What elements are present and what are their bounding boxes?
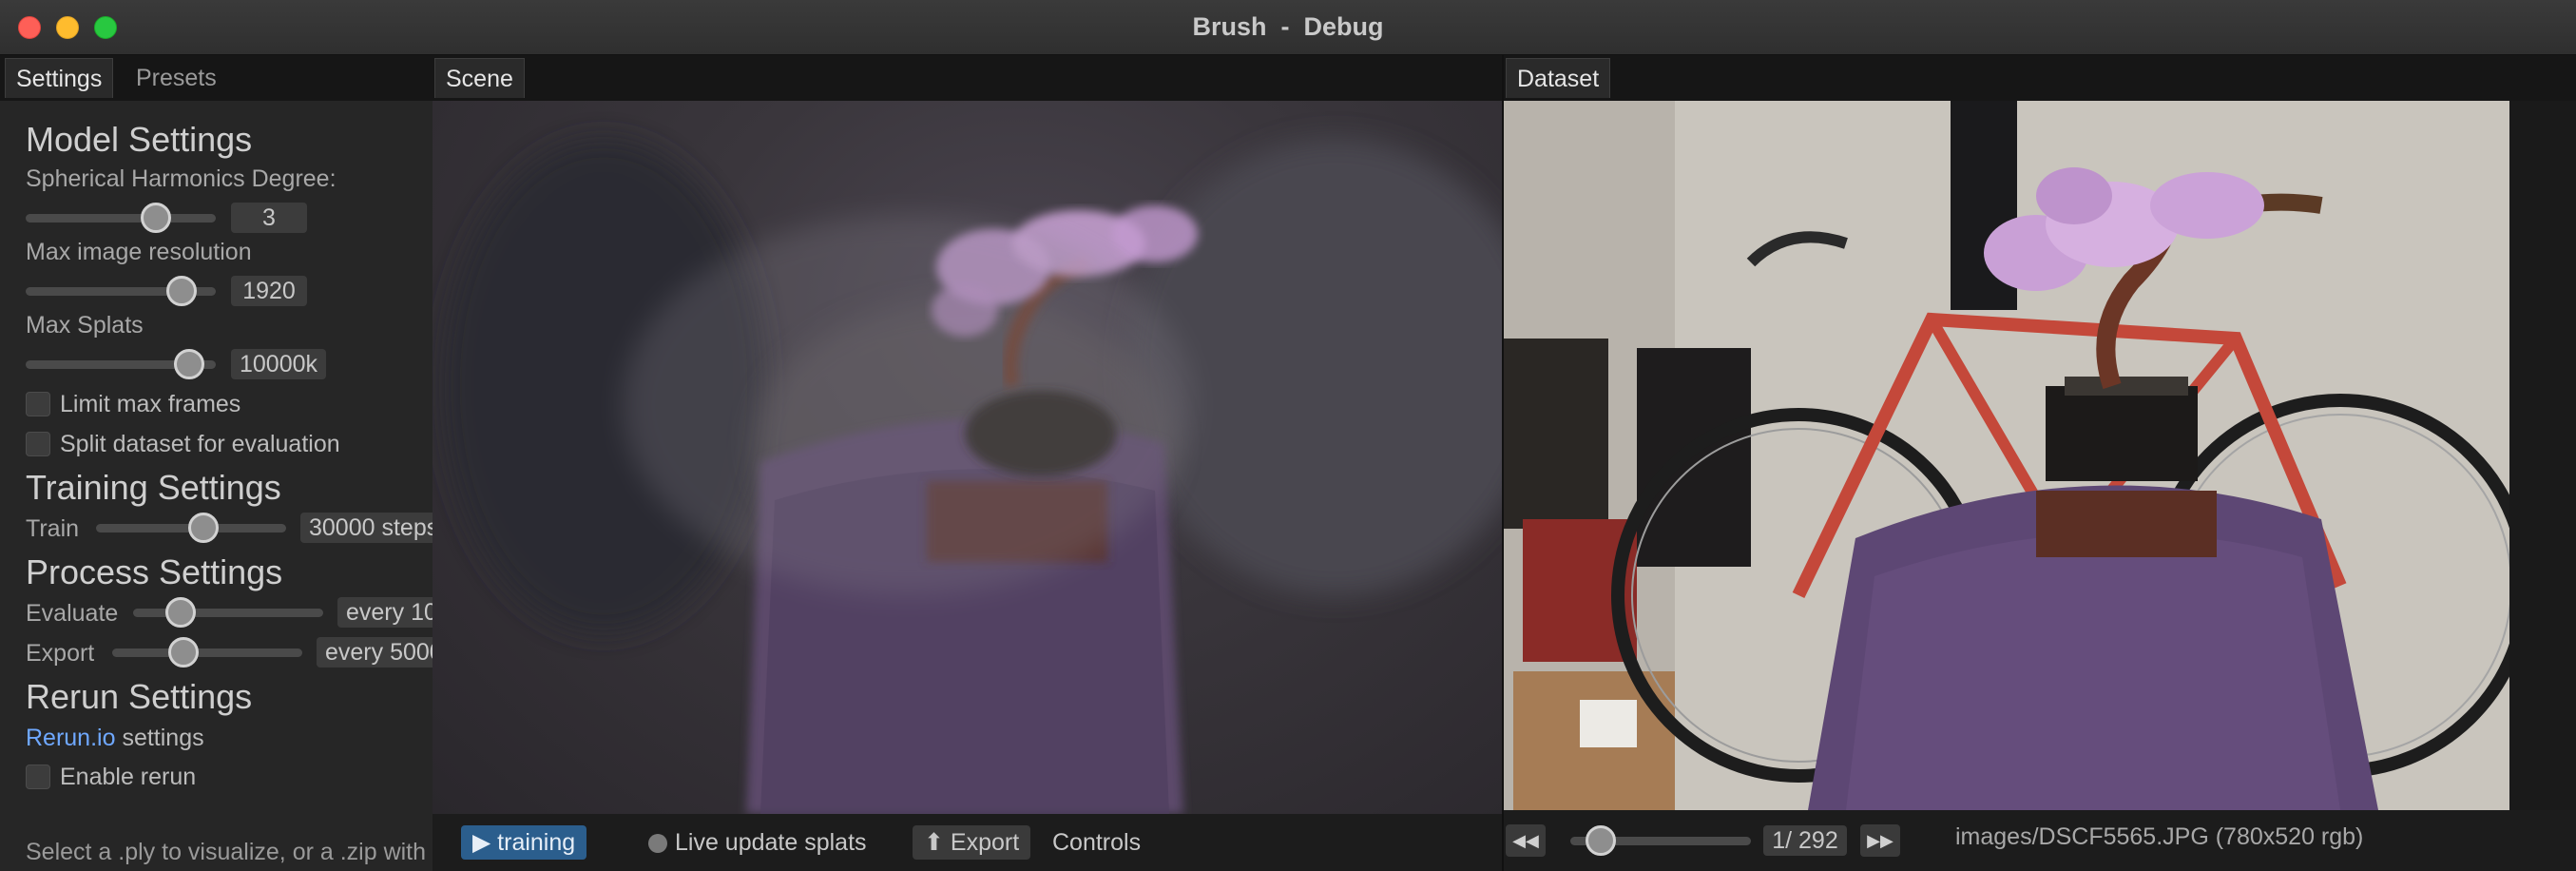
slider-handle[interactable] [188,513,219,543]
checkbox-box[interactable] [26,765,50,790]
slider-handle[interactable] [168,637,199,668]
process-settings-heading: Process Settings [26,552,283,591]
rerun-settings-line: Rerun.io settings [26,725,204,752]
evaluate-slider[interactable] [133,597,323,628]
rewind-icon[interactable]: ◀◀ [1506,824,1546,857]
settings-tabs: Settings Presets [0,55,433,101]
slider-track [112,648,302,657]
evaluate-value[interactable]: every 1000 [337,597,433,628]
slider-handle[interactable] [174,349,204,379]
train-steps-slider[interactable] [96,513,286,543]
export-button[interactable]: ⬆ Export [913,825,1031,860]
training-settings-heading: Training Settings [26,468,281,507]
max-resolution-slider[interactable] [26,276,216,306]
tab-scene[interactable]: Scene [434,58,525,98]
upload-icon: ⬆ [924,829,951,856]
export-value[interactable]: every 5000 [317,637,433,668]
sh-degree-label: Spherical Harmonics Degree: [26,165,336,192]
train-steps-value[interactable]: 30000 steps [300,513,433,543]
dataset-image [1504,101,2509,810]
play-icon: ▶ [472,829,498,856]
rerun-link[interactable]: Rerun.io [26,725,116,751]
settings-panel: Settings Presets Model Settings Spherica… [0,55,433,871]
slider-track [26,214,216,223]
fast-forward-icon[interactable]: ▶▶ [1860,824,1900,857]
max-splats-label: Max Splats [26,312,144,339]
enable-rerun-checkbox[interactable]: Enable rerun [26,763,196,791]
image-file-info: images/DSCF5565.JPG (780x520 rgb) [1955,823,2364,850]
max-resolution-value[interactable]: 1920 [231,276,307,306]
export-label: Export [950,829,1020,856]
scene-panel: Scene ▶ training Live update splats ⬆ Ex… [433,55,1502,871]
slider-handle[interactable] [166,276,197,306]
slider-handle[interactable] [141,203,171,233]
frame-counter[interactable]: 1/ 292 [1763,825,1847,856]
sh-degree-value[interactable]: 3 [231,203,307,233]
split-dataset-label: Split dataset for evaluation [60,430,340,457]
tab-settings[interactable]: Settings [5,58,114,98]
dataset-photo [1504,101,2509,810]
max-resolution-label: Max image resolution [26,239,252,265]
tab-presets[interactable]: Presets [125,58,227,98]
limit-max-frames-checkbox[interactable]: Limit max frames [26,390,240,418]
train-label: Train [26,515,80,542]
slider-handle[interactable] [1586,825,1616,856]
enable-rerun-label: Enable rerun [60,763,197,790]
scene-toolbar: ▶ training Live update splats ⬆ Export C… [433,814,1502,871]
max-splats-value[interactable]: 10000k [231,349,326,379]
slider-handle[interactable] [165,597,196,628]
training-toggle-button[interactable]: ▶ training [461,825,587,860]
sh-degree-slider[interactable] [26,203,216,233]
tab-dataset[interactable]: Dataset [1506,58,1611,98]
dataset-tabs: Dataset [1504,55,2576,101]
split-dataset-checkbox[interactable]: Split dataset for evaluation [26,430,340,458]
scene-viewport[interactable] [433,101,1502,814]
load-hint-text: Select a .ply to visualize, or a .zip wi… [26,839,433,865]
dataset-toolbar: ◀◀ 1/ 292 ▶▶ images/DSCF5565.JPG (780x52… [1504,810,2576,871]
evaluate-label: Evaluate [26,600,119,627]
window-title: Brush - Debug [1192,12,1384,41]
radio-icon [648,834,667,854]
slider-track [133,609,323,617]
export-slider[interactable] [112,637,302,668]
checkbox-box[interactable] [26,392,50,417]
limit-max-frames-label: Limit max frames [60,390,241,417]
export-label: Export [26,640,95,667]
splat-render-image [442,139,1502,814]
rerun-settings-heading: Rerun Settings [26,677,253,716]
frame-slider[interactable] [1570,825,1751,856]
rerun-link-suffix: settings [115,725,204,751]
scene-tabs: Scene [433,55,1502,101]
title-bar: Brush - Debug [0,0,2576,55]
live-update-toggle[interactable]: Live update splats [637,825,878,860]
live-update-label: Live update splats [675,829,867,856]
model-settings-heading: Model Settings [26,120,253,159]
dataset-panel: Dataset ◀◀ 1/ 292 ▶▶ images/DSCF5565.JPG… [1502,55,2576,871]
controls-button[interactable]: Controls [1041,825,1152,860]
settings-body: Model Settings Spherical Harmonics Degre… [0,101,433,871]
max-splats-slider[interactable] [26,349,216,379]
checkbox-box[interactable] [26,432,50,457]
training-label: training [497,829,576,856]
